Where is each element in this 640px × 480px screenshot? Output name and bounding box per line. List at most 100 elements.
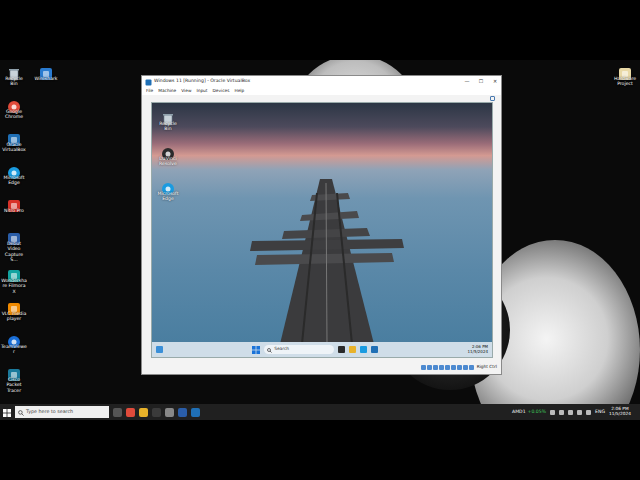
menu-item[interactable]: Machine bbox=[158, 87, 176, 95]
app-icon bbox=[161, 141, 175, 155]
status-bar: Right Ctrl bbox=[142, 362, 501, 372]
device-icon[interactable] bbox=[421, 365, 426, 370]
menu-item[interactable]: File bbox=[146, 87, 153, 95]
taskbar-app-icon[interactable] bbox=[126, 408, 135, 417]
desktop-icon[interactable]: Wireshark bbox=[33, 61, 59, 93]
desktop-icon[interactable]: Recycle Bin bbox=[155, 106, 181, 138]
stock-change: +0.05% bbox=[528, 409, 546, 416]
app-icon bbox=[161, 106, 175, 120]
widgets-icon[interactable] bbox=[156, 346, 163, 353]
clock[interactable]: 2:06 PM11/5/2024 bbox=[467, 345, 488, 354]
menu-bar: File Machine View Input Devices Help bbox=[142, 87, 501, 95]
guest-desktop[interactable]: Recycle Bin DaVinci Resolve Microsoft Edge bbox=[152, 103, 492, 342]
guest-display[interactable]: Recycle Bin DaVinci Resolve Microsoft Edge… bbox=[151, 102, 493, 358]
desktop-icon[interactable]: Cisco Packet Tracer bbox=[1, 362, 27, 394]
search-placeholder: Type here to search bbox=[26, 408, 109, 415]
desktop-icon[interactable]: Recycle Bin bbox=[1, 61, 27, 93]
host-key: Right Ctrl bbox=[477, 364, 497, 370]
desktop-icon[interactable]: Oracle VirtualBox bbox=[1, 127, 27, 159]
menu-item[interactable]: View bbox=[181, 87, 191, 95]
device-icon[interactable] bbox=[463, 365, 468, 370]
icon-column: Wireshark bbox=[33, 61, 59, 394]
virtualbox-window[interactable]: Windows 11 [Running] - Oracle VirtualBox… bbox=[141, 75, 502, 375]
app-icon bbox=[7, 263, 21, 277]
desktop-icon[interactable]: Wondershare Filmora X bbox=[1, 263, 27, 295]
icon-label: Hardware Project bbox=[612, 76, 638, 87]
icon-label: Cisco Packet Tracer bbox=[1, 377, 27, 393]
device-icon[interactable] bbox=[451, 365, 456, 370]
icon-column: Hardware Project bbox=[612, 61, 638, 93]
desktop-icon[interactable]: Nitro Pro bbox=[1, 193, 27, 225]
taskbar: Type here to search AMD1+0.05% ENG 2:06 PM1… bbox=[0, 404, 640, 420]
taskbar-app-icon[interactable] bbox=[371, 346, 378, 353]
icon-label: Wireshark bbox=[33, 76, 59, 81]
desktop-icon[interactable]: Google Chrome bbox=[1, 94, 27, 126]
letterbox-bottom bbox=[0, 420, 640, 480]
taskbar-app-icon[interactable] bbox=[338, 346, 345, 353]
tray-icon[interactable] bbox=[559, 410, 564, 415]
taskbar-app-icon[interactable] bbox=[349, 346, 356, 353]
letterbox-top bbox=[0, 0, 640, 60]
desktop-icon[interactable]: VLC media player bbox=[1, 296, 27, 328]
tray-icon[interactable] bbox=[568, 410, 573, 415]
desktop-icons: Recycle Bin Google Chrome Oracle VirtualBo… bbox=[1, 61, 59, 394]
menu-item[interactable]: Input bbox=[196, 87, 207, 95]
app-icon bbox=[7, 296, 21, 310]
icon-label: Recycle Bin bbox=[155, 121, 181, 132]
tray-icon[interactable] bbox=[577, 410, 582, 415]
taskbar-app-icon[interactable] bbox=[191, 408, 200, 417]
stock-widget[interactable]: AMD1+0.05% bbox=[512, 409, 546, 416]
device-icon[interactable] bbox=[433, 365, 438, 370]
menu-item[interactable]: Devices bbox=[213, 87, 230, 95]
app-icon bbox=[7, 193, 21, 207]
icon-label: VLC media player bbox=[1, 311, 27, 322]
taskbar-search[interactable]: Type here to search bbox=[15, 406, 109, 418]
desktop-icon[interactable]: Debut Video Capture S... bbox=[1, 226, 27, 262]
device-icon[interactable] bbox=[457, 365, 462, 370]
tray-icon[interactable] bbox=[550, 410, 555, 415]
app-icon bbox=[7, 94, 21, 108]
app-icon bbox=[7, 61, 21, 75]
close-button[interactable]: ✕ bbox=[489, 76, 501, 87]
desktop-icon[interactable]: DaVinci Resolve bbox=[155, 141, 181, 173]
device-icon[interactable] bbox=[439, 365, 444, 370]
taskbar-app-icon[interactable] bbox=[360, 346, 367, 353]
app-icon bbox=[39, 61, 53, 75]
clock[interactable]: 2:06 PM11/5/2024 bbox=[609, 407, 637, 417]
app-icon bbox=[7, 127, 21, 141]
windows-start-icon[interactable] bbox=[3, 400, 11, 420]
taskbar-app-icon[interactable] bbox=[165, 408, 174, 417]
app-icon bbox=[7, 160, 21, 174]
icon-label: Nitro Pro bbox=[1, 208, 27, 213]
device-icon[interactable] bbox=[445, 365, 450, 370]
maximize-button[interactable]: ☐ bbox=[475, 76, 487, 87]
tray-icon[interactable] bbox=[586, 410, 591, 415]
minimize-button[interactable]: — bbox=[461, 76, 473, 87]
search-placeholder: Search bbox=[274, 346, 289, 352]
taskbar-app-icon[interactable] bbox=[178, 408, 187, 417]
taskbar-app-icon[interactable] bbox=[139, 408, 148, 417]
search-box[interactable]: Search bbox=[264, 345, 334, 354]
resize-icon[interactable] bbox=[490, 96, 495, 101]
guest-toolbar bbox=[142, 95, 501, 102]
device-icon[interactable] bbox=[427, 365, 432, 370]
title-bar[interactable]: Windows 11 [Running] - Oracle VirtualBox… bbox=[142, 76, 501, 87]
desktop-icon[interactable]: TeamViewer bbox=[1, 329, 27, 361]
icon-label: Microsoft Edge bbox=[1, 175, 27, 186]
icon-label: Google Chrome bbox=[1, 109, 27, 120]
taskbar-app-icon[interactable] bbox=[152, 408, 161, 417]
desktop-icon[interactable]: Microsoft Edge bbox=[1, 160, 27, 192]
icon-label: DaVinci Resolve bbox=[155, 156, 181, 167]
desktop-icon[interactable]: Hardware Project bbox=[612, 61, 638, 93]
app-icon bbox=[7, 362, 21, 376]
guest-taskbar: Search 2:06 PM11/5/2024 bbox=[152, 342, 492, 357]
stock-name: AMD1 bbox=[512, 409, 526, 416]
host-desktop: Recycle Bin Google Chrome Oracle VirtualBo… bbox=[0, 60, 640, 420]
icon-label: Recycle Bin bbox=[1, 76, 27, 87]
taskbar-app-icon[interactable] bbox=[113, 408, 122, 417]
desktop-icon[interactable]: Microsoft Edge bbox=[155, 176, 181, 208]
language-indicator[interactable]: ENG bbox=[595, 409, 605, 416]
icon-label: TeamViewer bbox=[1, 344, 27, 355]
device-icon[interactable] bbox=[469, 365, 474, 370]
menu-item[interactable]: Help bbox=[234, 87, 244, 95]
